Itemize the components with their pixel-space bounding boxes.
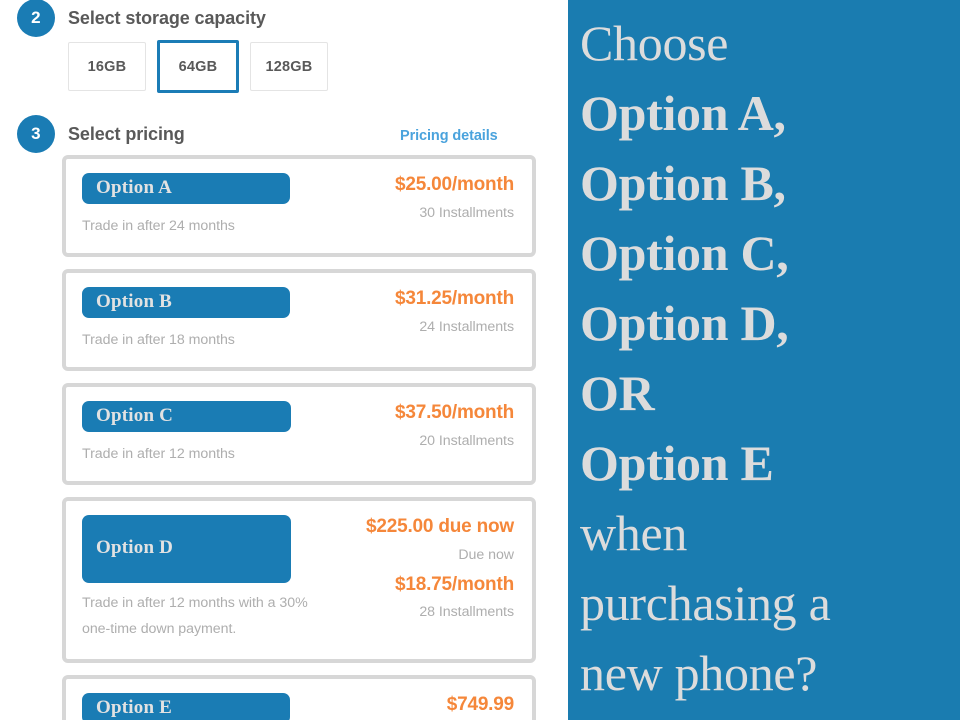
step-3-title: Select pricing [68,123,185,144]
pricing-option-card-d[interactable]: Option D Trade in after 12 months with a… [62,497,536,663]
question-line-7: Option E [580,435,774,491]
pricing-option-d-description-line1: Trade in after 12 months with a 30% [82,595,308,612]
step-2-number-badge: 2 [17,0,55,37]
pricing-option-d-description-line2: one-time down payment. [82,621,237,638]
pricing-option-d-monthly-price: $18.75/month [394,573,514,595]
pricing-option-c-price: $37.50/month [394,402,514,424]
pricing-option-c-badge: Option C [82,401,292,433]
capacity-option-64gb-label: 64GB [178,58,218,75]
question-line-10: new phone? [580,645,818,701]
question-text: Choose Option A, Option B, Option C, Opt… [580,8,960,708]
pricing-option-b-installments: 24 Installments [419,318,514,335]
capacity-option-16gb[interactable]: 16GB [68,42,146,91]
pricing-option-card-e[interactable]: Option E Own your device today $749.99 D… [62,674,536,720]
question-line-9: purchasing a [580,575,831,631]
pricing-option-d-due-now-price: $225.00 due now [365,516,514,538]
pricing-option-card-b[interactable]: Option B Trade in after 18 months $31.25… [62,269,536,372]
pricing-option-d-badge: Option D [82,515,291,584]
pricing-option-e-badge: Option E [82,692,291,720]
question-line-2: Option A, [580,85,786,141]
pricing-option-c-description: Trade in after 12 months [82,446,235,463]
pricing-details-link[interactable]: Pricing details [400,128,498,144]
storage-capacity-options: 16GB 64GB 128GB [68,40,328,93]
pricing-option-card-c[interactable]: Option C Trade in after 12 months $37.50… [62,383,536,486]
capacity-option-16gb-label: 16GB [87,58,127,75]
capacity-option-64gb[interactable]: 64GB [157,40,239,93]
pricing-option-b-description: Trade in after 18 months [82,331,235,348]
step-2-heading: 2 Select storage capacity [17,0,266,37]
question-line-4: Option C, [580,225,789,281]
question-line-5: Option D, [580,295,789,351]
pricing-option-d-installments: 28 Installments [419,604,514,621]
question-line-3: Option B, [580,155,786,211]
pricing-option-e-price: $749.99 [446,693,514,715]
capacity-option-128gb-label: 128GB [265,58,313,75]
question-line-8: when [580,505,688,561]
pricing-option-card-a[interactable]: Option A Trade in after 24 months $25.00… [62,155,536,258]
pricing-option-b-price: $31.25/month [394,288,514,310]
pricing-option-a-installments: 30 Installments [419,204,514,221]
pricing-option-c-installments: 20 Installments [419,433,514,450]
step-3-heading: 3 Select pricing [17,115,185,153]
pricing-options-list: Option A Trade in after 24 months $25.00… [62,155,536,720]
step-2-title: Select storage capacity [68,7,266,28]
pricing-option-b-badge: Option B [82,287,291,318]
question-line-1: Choose [580,15,729,71]
question-line-6: OR [580,365,655,421]
pricing-option-a-description: Trade in after 24 months [82,217,235,234]
pricing-option-a-badge: Option A [82,173,291,204]
capacity-option-128gb[interactable]: 128GB [250,42,328,91]
question-panel: Choose Option A, Option B, Option C, Opt… [568,0,960,720]
pricing-option-a-price: $25.00/month [394,174,514,195]
pricing-option-d-due-now-label: Due now [458,547,514,564]
pricing-option-d-description: Trade in after 12 months with a 30% one-… [82,590,366,643]
step-3-number-badge: 3 [17,115,55,153]
device-purchase-configurator: 2 Select storage capacity 16GB 64GB 128G… [0,0,568,720]
screenshot-root: 2 Select storage capacity 16GB 64GB 128G… [0,0,960,720]
